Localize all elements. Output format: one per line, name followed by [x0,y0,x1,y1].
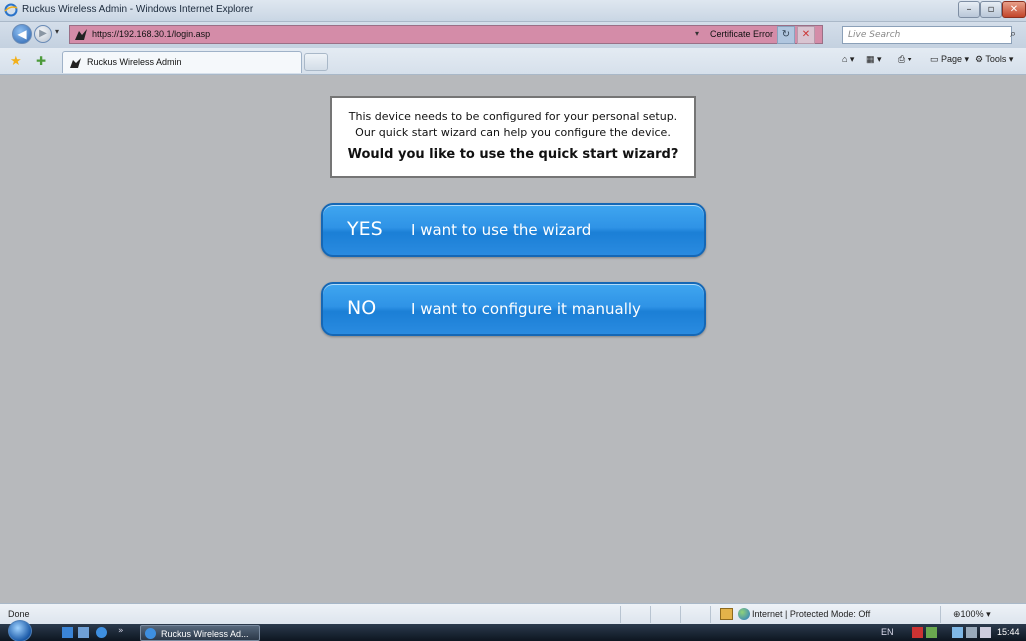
search-input[interactable]: Live Search [842,26,1012,44]
no-manual-button[interactable]: NO I want to configure it manually [321,282,706,336]
ie-quicklaunch-icon[interactable] [96,627,107,638]
back-button[interactable]: ◀ [12,24,32,44]
window-title: Ruckus Wireless Admin - Windows Internet… [22,4,254,15]
tab-ruckus-admin[interactable]: Ruckus Wireless Admin [62,51,302,73]
taskbar: » Ruckus Wireless Ad... EN 15:44 [0,620,1026,641]
message-line-1: This device needs to be configured for y… [348,110,678,123]
ie-logo-icon [4,3,18,17]
volume-icon[interactable] [980,627,991,638]
status-divider [710,606,711,623]
new-tab-button[interactable] [304,53,328,71]
internet-globe-icon [738,608,750,620]
forward-button[interactable]: ▶ [34,25,52,43]
yes-wizard-button[interactable]: YES I want to use the wizard [321,203,706,257]
start-button[interactable] [8,620,32,641]
refresh-icon[interactable]: ↻ [777,26,795,44]
certificate-error-label[interactable]: Certificate Error [710,29,773,39]
taskbar-ie-window[interactable]: Ruckus Wireless Ad... [140,625,260,641]
window-title-bar: Ruckus Wireless Admin - Windows Internet… [0,0,1026,22]
tab-label: Ruckus Wireless Admin [87,57,182,67]
no-button-key: NO [347,297,377,319]
minimize-button[interactable]: – [958,1,980,18]
add-favorites-icon[interactable]: ✚ [36,54,46,68]
status-divider [620,606,621,623]
security-zone-text[interactable]: Internet | Protected Mode: Off [752,609,870,619]
address-dropdown-icon[interactable]: ▾ [695,29,699,38]
status-bar: Done Internet | Protected Mode: Off ⊕100… [0,603,1026,624]
setup-message-box: This device needs to be configured for y… [330,96,696,178]
home-icon[interactable]: ⌂ ▾ [842,54,854,65]
favorites-star-icon[interactable]: ★ [10,54,22,69]
tray-app-icon[interactable] [912,627,923,638]
history-dropdown-icon[interactable]: ▾ [55,27,59,36]
status-divider [680,606,681,623]
network-icon[interactable] [952,627,963,638]
status-divider [650,606,651,623]
address-bar[interactable]: https://192.168.30.1/login.asp ▾ Certifi… [69,25,823,44]
address-toolbar: ◀ ▶ ▾ https://192.168.30.1/login.asp ▾ C… [0,22,1026,48]
ie-task-icon [145,628,156,639]
feeds-icon[interactable]: ▦ ▾ [866,54,882,65]
close-button[interactable]: ✕ [1002,1,1026,18]
maximize-button[interactable]: ▫ [980,1,1002,18]
zoom-level[interactable]: ⊕100% ▾ [953,609,991,620]
switch-windows-icon[interactable] [78,627,89,638]
message-line-2: Our quick start wizard can help you conf… [355,126,671,139]
task-label: Ruckus Wireless Ad... [161,629,249,639]
yes-button-description: I want to use the wizard [411,221,592,239]
yes-button-key: YES [347,218,383,240]
quicklaunch-overflow-icon[interactable]: » [118,626,124,636]
show-desktop-icon[interactable] [62,627,73,638]
wizard-question: Would you like to use the quick start wi… [347,147,679,162]
no-button-description: I want to configure it manually [411,300,641,318]
tab-toolbar: ★ ✚ Ruckus Wireless Admin ⌂ ▾ ▦ ▾ ⎙ ▾ ▭ … [0,48,1026,75]
url-text[interactable]: https://192.168.30.1/login.asp [92,29,210,39]
tray-app-icon[interactable] [926,627,937,638]
clock[interactable]: 15:44 [997,627,1020,637]
search-placeholder: Live Search [848,30,901,40]
language-indicator[interactable]: EN [881,627,894,637]
stop-icon[interactable]: ✕ [797,26,815,44]
zoom-text: 100% [960,609,984,619]
status-text: Done [8,609,30,619]
scrollbar[interactable] [1019,76,1026,603]
tools-menu-label: Tools [985,54,1007,64]
tray-app-icon[interactable] [966,627,977,638]
security-report-icon[interactable] [720,608,733,620]
page-menu-label: Page [941,54,963,64]
search-icon[interactable]: ⌕ [1010,27,1016,41]
status-divider [940,606,941,623]
ruckus-favicon-icon [75,29,87,40]
ruckus-tab-icon [70,58,81,68]
print-icon[interactable]: ⎙ ▾ [898,54,911,65]
tools-menu[interactable]: ⚙ Tools ▾ [975,54,1013,65]
page-content: This device needs to be configured for y… [0,76,1026,603]
page-menu[interactable]: ▭ Page ▾ [930,54,969,65]
